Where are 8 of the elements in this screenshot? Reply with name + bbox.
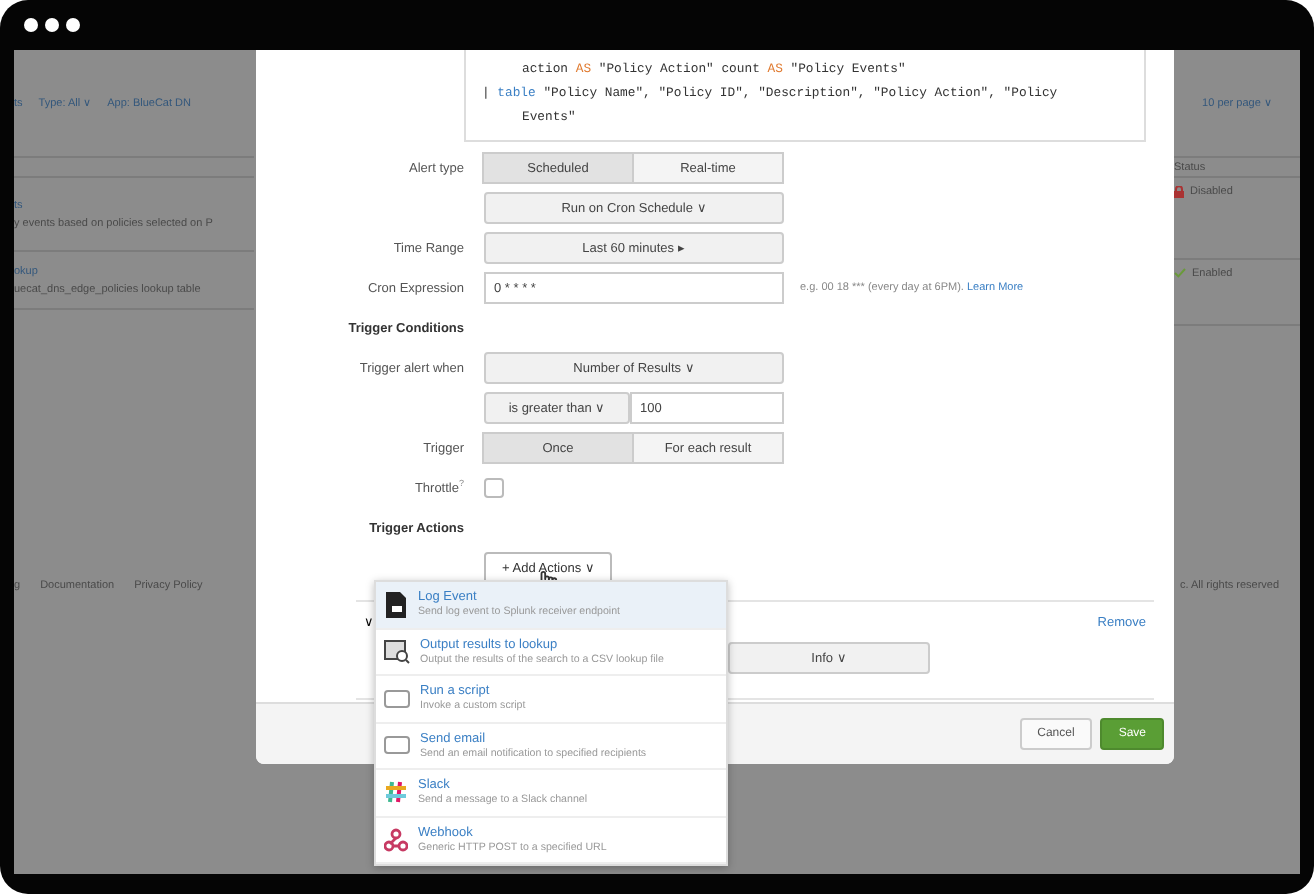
webhook-icon — [384, 827, 408, 852]
table-search-icon — [384, 639, 410, 664]
document-icon — [384, 591, 408, 618]
hash-icon — [384, 780, 408, 805]
rectangle-icon — [384, 736, 410, 755]
window-dots-icon — [24, 18, 84, 32]
rectangle-icon — [384, 689, 410, 708]
checkbox[interactable] — [484, 478, 504, 498]
